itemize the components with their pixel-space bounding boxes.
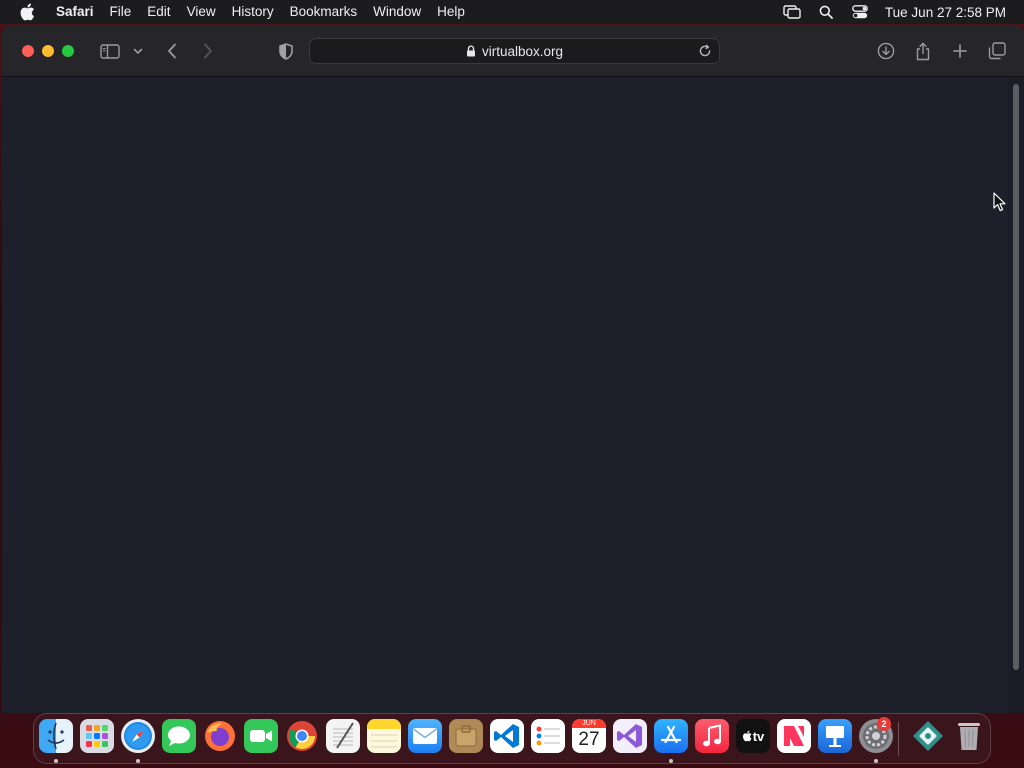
safari-running-indicator [136, 759, 140, 763]
textedit-icon[interactable] [326, 719, 360, 753]
trash-icon[interactable] [952, 719, 986, 753]
share-icon[interactable] [914, 39, 932, 63]
safari-window: virtualbox.org [2, 25, 1024, 713]
system-settings-badge: 2 [877, 717, 891, 731]
news-icon[interactable] [777, 719, 811, 753]
mail-icon[interactable] [408, 719, 442, 753]
reminders-icon[interactable] [531, 719, 565, 753]
app-store-icon[interactable] [654, 719, 688, 753]
finder-running-indicator [54, 759, 58, 763]
tab-overview-icon[interactable] [987, 39, 1007, 63]
menu-help[interactable]: Help [429, 0, 473, 24]
minimize-window-button[interactable] [42, 45, 54, 57]
web-content-area[interactable] [2, 78, 1008, 713]
zoom-window-button[interactable] [62, 45, 74, 57]
reload-icon[interactable] [697, 43, 713, 59]
menu-view[interactable]: View [179, 0, 224, 24]
vscode-icon[interactable] [490, 719, 524, 753]
music-icon[interactable] [695, 719, 729, 753]
messages-icon[interactable] [162, 719, 196, 753]
menu-file[interactable]: File [102, 0, 140, 24]
chevron-down-icon[interactable] [132, 39, 144, 63]
menu-bar-clock[interactable]: Tue Jun 27 2:58 PM [885, 5, 1006, 20]
lock-icon [466, 45, 476, 57]
address-bar[interactable]: virtualbox.org [309, 38, 720, 64]
app-store-running-indicator [669, 759, 673, 763]
notes-icon[interactable] [367, 719, 401, 753]
system-settings-running-indicator [874, 759, 878, 763]
calendar-day: 27 [578, 729, 600, 750]
menu-app-name[interactable]: Safari [48, 0, 102, 24]
forward-icon [200, 39, 216, 63]
calendar-month: JUN [572, 719, 606, 728]
new-tab-icon[interactable] [951, 39, 969, 63]
control-center-icon[interactable] [850, 4, 870, 20]
spotlight-search-icon[interactable] [816, 4, 836, 20]
visual-studio-icon[interactable] [613, 719, 647, 753]
close-window-button[interactable] [22, 45, 34, 57]
safari-icon[interactable] [121, 719, 155, 753]
privacy-shield-icon[interactable] [277, 39, 295, 63]
sidebar-toggle-icon[interactable] [99, 39, 121, 63]
firefox-icon[interactable] [203, 719, 237, 753]
scrollbar-thumb[interactable] [1013, 84, 1019, 670]
calendar-icon[interactable]: JUN 27 [572, 719, 606, 753]
menu-bar: Safari File Edit View History Bookmarks … [0, 0, 1024, 24]
downloads-stack-icon[interactable] [911, 719, 945, 753]
screen-mirroring-icon[interactable] [782, 4, 802, 20]
url-text[interactable]: virtualbox.org [482, 44, 563, 59]
menu-history[interactable]: History [224, 0, 282, 24]
download-icon[interactable] [876, 39, 896, 63]
menu-window[interactable]: Window [365, 0, 429, 24]
back-icon[interactable] [164, 39, 180, 63]
dock-separator [898, 722, 899, 756]
apple-menu-icon[interactable] [18, 3, 36, 21]
menu-edit[interactable]: Edit [139, 0, 178, 24]
apple-tv-icon[interactable]: tv [736, 719, 770, 753]
archive-icon[interactable] [449, 719, 483, 753]
keynote-icon[interactable] [818, 719, 852, 753]
vertical-scrollbar[interactable] [1008, 78, 1024, 713]
dock: JUN 27 tv 2 [33, 713, 991, 764]
facetime-icon[interactable] [244, 719, 278, 753]
mouse-cursor-icon [993, 192, 1007, 212]
finder-icon[interactable] [39, 719, 73, 753]
apple-tv-label: tv [752, 728, 765, 744]
launchpad-icon[interactable] [80, 719, 114, 753]
browser-toolbar: virtualbox.org [2, 25, 1024, 77]
chrome-icon[interactable] [285, 719, 319, 753]
menu-bookmarks[interactable]: Bookmarks [282, 0, 366, 24]
